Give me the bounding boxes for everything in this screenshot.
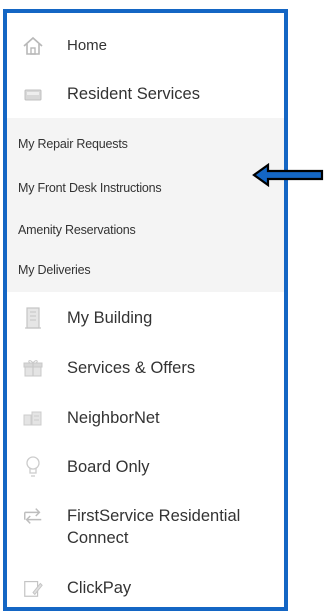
submenu-item-my-front-desk-instructions[interactable]: My Front Desk Instructions: [18, 180, 162, 196]
menu-label-line-2: Connect: [67, 529, 129, 547]
submenu-item-my-deliveries[interactable]: My Deliveries: [18, 262, 91, 278]
resident-services-icon: [22, 83, 44, 105]
menu-label-my-building: My Building: [67, 309, 153, 327]
building-icon: [22, 307, 44, 329]
screenshot-stage: Home Resident Services My Repair Request…: [0, 0, 328, 614]
menu-item-firstservice-residential-connect[interactable]: FirstService Residential Connect: [7, 501, 284, 553]
menu-item-my-building[interactable]: My Building: [7, 302, 284, 334]
menu-item-board-only[interactable]: Board Only: [7, 451, 284, 483]
resident-services-submenu: My Repair Requests My Front Desk Instruc…: [7, 118, 284, 292]
menu-label-board-only: Board Only: [67, 458, 150, 476]
clickpay-icon: [22, 577, 44, 599]
menu-item-neighbornet[interactable]: NeighborNet: [7, 402, 284, 434]
menu-label-neighbornet: NeighborNet: [67, 409, 160, 427]
menu-label-services-offers: Services & Offers: [67, 359, 196, 377]
lightbulb-icon: [22, 456, 44, 478]
menu-item-clickpay[interactable]: ClickPay: [7, 573, 284, 603]
submenu-item-my-repair-requests[interactable]: My Repair Requests: [18, 136, 128, 152]
neighbornet-icon: [22, 407, 44, 429]
menu-item-home[interactable]: Home: [7, 31, 284, 61]
menu-item-resident-services[interactable]: Resident Services: [7, 79, 284, 109]
submenu-item-amenity-reservations[interactable]: Amenity Reservations: [18, 222, 136, 238]
menu-label-firstservice-residential-connect: FirstService Residential Connect: [67, 505, 240, 549]
gift-icon: [22, 357, 44, 379]
menu-item-services-offers[interactable]: Services & Offers: [7, 352, 284, 384]
transfer-icon: [22, 505, 44, 527]
navigation-menu-panel: Home Resident Services My Repair Request…: [3, 9, 288, 611]
menu-label-clickpay: ClickPay: [67, 579, 132, 597]
menu-label-home: Home: [67, 37, 108, 54]
menu-label-resident-services: Resident Services: [67, 85, 200, 103]
home-icon: [22, 35, 44, 57]
menu-label-line-1: FirstService Residential: [67, 507, 241, 525]
pointer-arrow-icon: [252, 163, 324, 187]
